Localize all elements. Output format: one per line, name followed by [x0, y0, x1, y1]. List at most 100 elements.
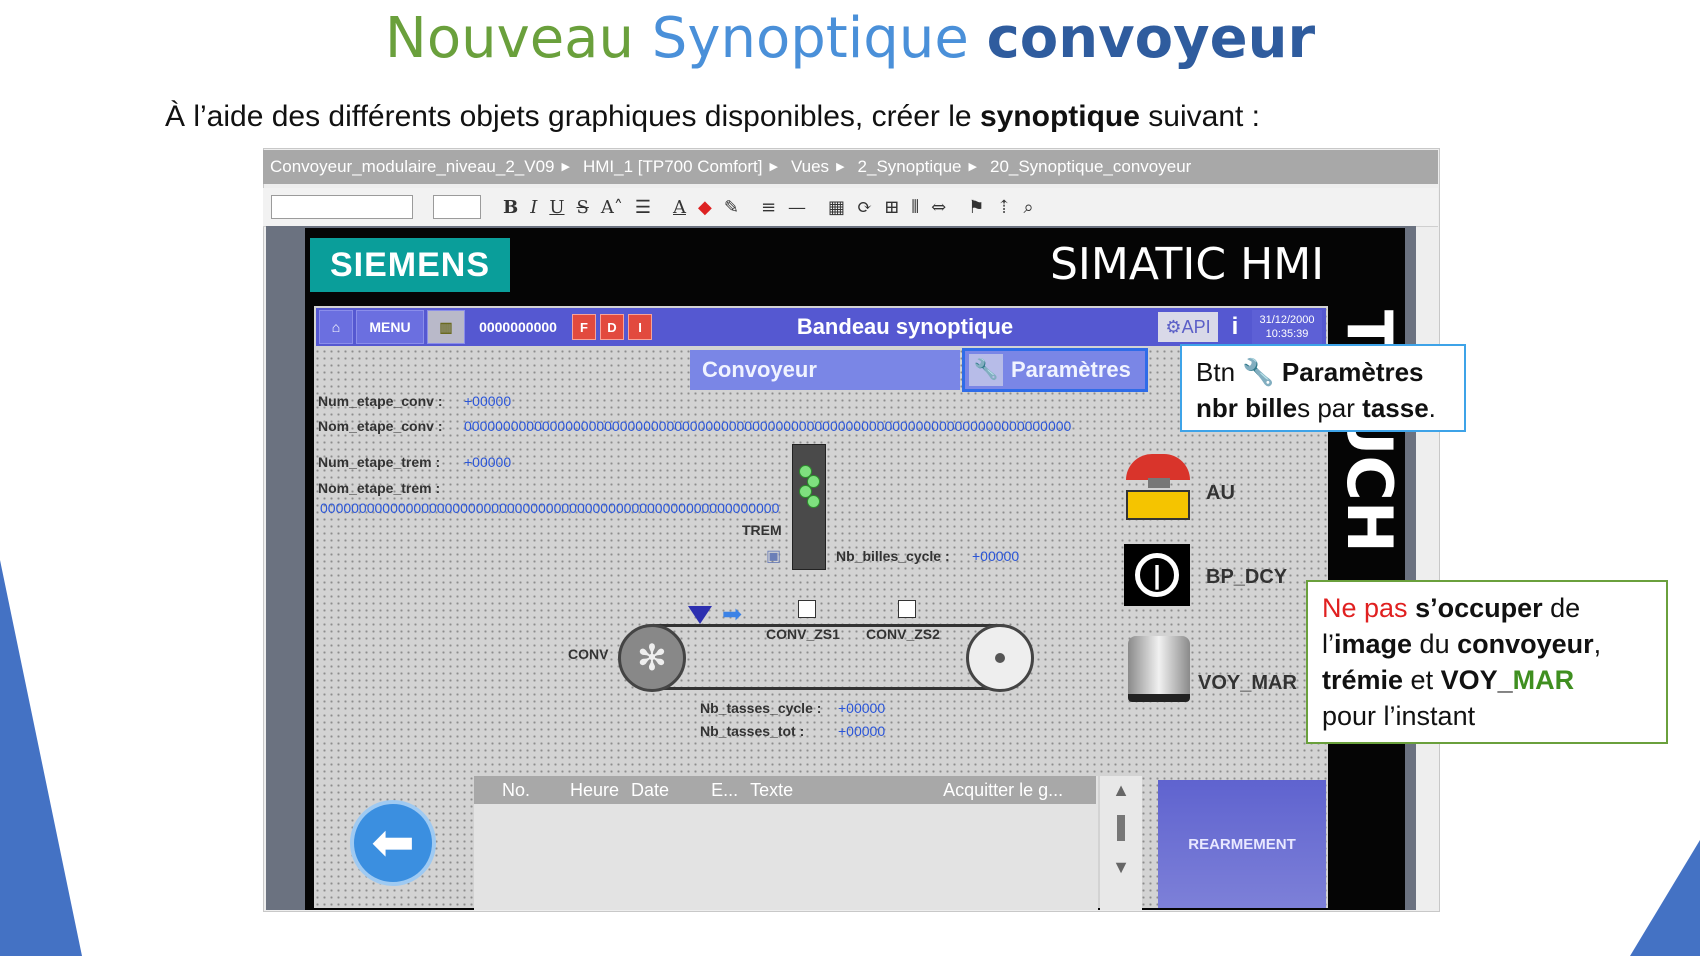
nb-tasses-cycle-value: +00000	[838, 700, 886, 716]
chevron-up-icon[interactable]: ▲	[1100, 780, 1142, 801]
menu-button[interactable]: MENU	[356, 310, 424, 344]
nb-tasses-tot-label: Nb_tasses_tot :	[700, 723, 805, 739]
au-label: AU	[1206, 482, 1235, 504]
emergency-stop-base	[1126, 490, 1190, 520]
alarm-col-heure[interactable]: Heure	[570, 776, 619, 804]
power-icon: |	[1135, 553, 1179, 597]
header-band: ⌂ MENU ▥ 0000000000 F D I Bandeau synopt…	[316, 308, 1326, 346]
num-etape-trem-label: Num_etape_trem :	[318, 454, 441, 470]
format-painter-icon[interactable]: ⚑	[968, 197, 984, 218]
home-icon: ⌂	[331, 319, 341, 335]
arrange-icon[interactable]: ▦	[828, 197, 845, 218]
breadcrumb-item[interactable]: Vues	[791, 150, 829, 184]
back-button[interactable]: ⬅	[350, 800, 436, 886]
zoom-icon[interactable]: ⌕	[1023, 197, 1033, 218]
gear-icon: ⚙	[1165, 316, 1182, 337]
rotate-icon[interactable]: ⟳	[857, 197, 872, 218]
size-icon[interactable]: ⇔	[931, 197, 946, 218]
line-color-icon[interactable]: ✎	[724, 197, 739, 218]
slide-title: Nouveau Synoptique convoyeur	[384, 6, 1316, 71]
alarm-col-etat[interactable]: E...	[711, 776, 738, 804]
line-width-icon[interactable]: —	[788, 197, 806, 218]
bp-dcy-button[interactable]: |	[1124, 544, 1190, 606]
font-family-select[interactable]	[271, 195, 413, 219]
line-style-icon[interactable]: ≡	[761, 197, 776, 218]
tremie-image	[792, 444, 826, 570]
bold-button[interactable]: B	[503, 197, 518, 218]
fault-button[interactable]: F	[572, 314, 596, 340]
conveyor-pulley-icon	[966, 624, 1034, 692]
conv-label: CONV	[568, 646, 609, 662]
chevron-right-icon: ▶	[836, 161, 845, 173]
rearmement-button[interactable]: REARMEMENT	[1158, 780, 1326, 908]
voy-mar-label: VOY_MAR	[1198, 672, 1297, 694]
chevron-right-icon: ▶	[769, 161, 778, 173]
slide-subtitle: À l’aide des différents objets graphique…	[165, 100, 1261, 133]
date-text: 31/12/2000	[1259, 314, 1315, 326]
align-icon[interactable]: ☰	[635, 197, 651, 218]
nom-etape-trem-label: Nom_etape_trem :	[318, 480, 441, 496]
breadcrumb-item[interactable]: 2_Synoptique	[858, 150, 962, 184]
scroll-thumb[interactable]	[1117, 815, 1125, 841]
strikethrough-button[interactable]: S	[577, 197, 589, 218]
num-etape-conv-label: Num_etape_conv :	[318, 393, 443, 409]
bp-dcy-label: BP_DCY	[1206, 566, 1288, 588]
time-text: 10:35:39	[1265, 328, 1309, 340]
decorative-triangle-right	[1630, 840, 1700, 956]
layer-icon[interactable]: ⇡	[996, 197, 1011, 218]
user-icon[interactable]: ▥	[427, 310, 465, 344]
font-size-button[interactable]: A˄	[601, 197, 623, 218]
nb-tasses-tot-value: +00000	[838, 723, 886, 739]
chevron-down-icon[interactable]: ▼	[1100, 857, 1142, 878]
arrow-left-icon: ⬅	[371, 814, 415, 872]
wrench-icon: 🔧	[1242, 357, 1275, 387]
bille-icon	[807, 495, 820, 508]
voy-mar-indicator	[1128, 636, 1190, 702]
date-time-display: 31/12/2000 10:35:39	[1252, 310, 1322, 344]
breadcrumb-item[interactable]: HMI_1 [TP700 Comfort]	[583, 150, 763, 184]
decorative-triangle-left	[0, 560, 82, 956]
breadcrumb: Convoyeur_modulaire_niveau_2_V09 ▶ HMI_1 …	[263, 150, 1438, 184]
num-etape-conv-value: +00000	[464, 393, 512, 409]
nb-tasses-cycle-label: Nb_tasses_cycle :	[700, 700, 822, 716]
callout-instructions: Ne pas s’occuper de l’image du convoyeur…	[1306, 580, 1668, 744]
trem-label: TREM	[742, 522, 782, 538]
home-button[interactable]: ⌂	[319, 310, 353, 344]
info-red-button[interactable]: I	[628, 314, 652, 340]
conv-zs1-indicator	[798, 600, 816, 618]
tab-parametres[interactable]: 🔧 Paramètres	[962, 348, 1148, 392]
default-button[interactable]: D	[600, 314, 624, 340]
chevron-right-icon: ▶	[968, 161, 977, 173]
alarm-col-date[interactable]: Date	[631, 776, 669, 804]
band-title: Bandeau synoptique	[796, 314, 1014, 339]
distribute-icon[interactable]: ⦀	[911, 197, 919, 218]
breadcrumb-item[interactable]: Convoyeur_modulaire_niveau_2_V09	[270, 150, 554, 184]
alarm-scrollbar[interactable]: ▲ ▼	[1100, 776, 1142, 910]
conv-zs2-indicator	[898, 600, 916, 618]
chevron-right-icon: ▶	[561, 161, 570, 173]
alarm-header: No. Heure Date E... Texte Acquitter le g…	[474, 776, 1096, 804]
fill-color-icon[interactable]: ◆	[698, 197, 712, 218]
info-button[interactable]: i	[1222, 312, 1248, 342]
api-button[interactable]: ⚙ API	[1158, 312, 1218, 342]
nom-etape-conv-label: Nom_etape_conv :	[318, 418, 443, 434]
nb-billes-cycle-value: +00000	[972, 548, 1020, 564]
alarm-col-texte[interactable]: Texte	[750, 776, 793, 804]
italic-button[interactable]: I	[530, 197, 537, 218]
text-color-button[interactable]: A	[673, 197, 686, 218]
underline-button[interactable]: U	[549, 197, 564, 218]
wrench-icon: 🔧	[969, 354, 1003, 386]
emergency-stop-stem	[1148, 478, 1170, 488]
format-toolbar: B I U S A˄ ☰ A ◆ ✎ ≡ — ▦ ⟳ ⊞ ⦀ ⇔ ⚑ ⇡ ⌕	[263, 188, 1438, 227]
align-objects-icon[interactable]: ⊞	[884, 197, 899, 218]
motor-fan-icon: ✻	[618, 624, 686, 692]
tab-convoyeur[interactable]: Convoyeur	[690, 350, 960, 390]
cup-icon	[688, 606, 712, 624]
callout-parametres: Btn 🔧 Paramètres nbr billes par tasse.	[1180, 344, 1466, 432]
breadcrumb-item[interactable]: 20_Synoptique_convoyeur	[990, 150, 1191, 184]
nom-etape-trem-value: 0000000000000000000000000000000000000000…	[320, 500, 780, 516]
alarm-col-no[interactable]: No.	[502, 776, 530, 804]
font-size-select[interactable]	[433, 195, 481, 219]
nom-etape-conv-value: 0000000000000000000000000000000000000000…	[464, 418, 1072, 434]
alarm-col-acquitter[interactable]: Acquitter le g...	[943, 776, 1063, 804]
